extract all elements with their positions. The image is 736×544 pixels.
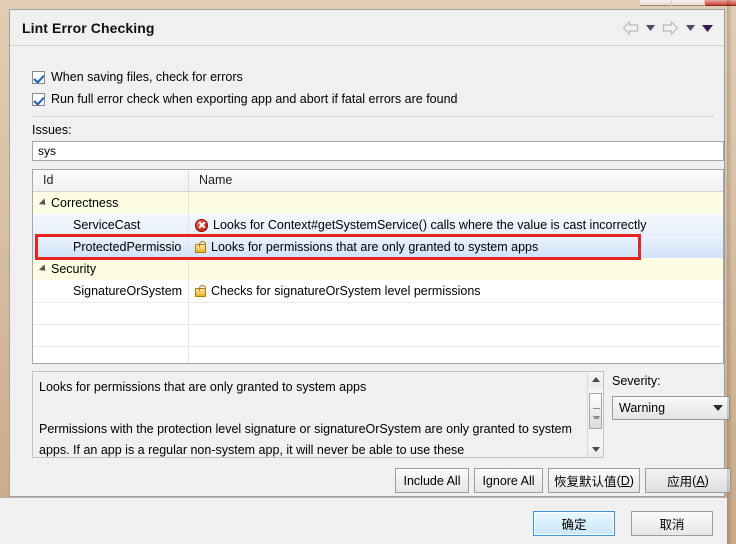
table-row-servicecast[interactable]: ServiceCast Looks for Context#getSystemS…	[33, 214, 723, 236]
scroll-down-icon[interactable]	[588, 442, 603, 457]
maximize-button[interactable]	[672, 0, 704, 6]
navigation-toolbar	[620, 19, 714, 37]
section-divider	[32, 116, 714, 117]
chevron-expanded-icon[interactable]	[38, 264, 49, 274]
restore-defaults-mnemonic: D	[620, 473, 630, 488]
table-row-empty	[33, 302, 723, 325]
cell-name: Checks for signatureOrSystem level permi…	[189, 280, 723, 302]
column-header-name[interactable]: Name	[189, 170, 723, 191]
restore-defaults-label: 恢复默认值	[554, 475, 617, 489]
preferences-pane: Lint Error Checking When saving files, c…	[9, 9, 731, 497]
table-row-signatureorsystem[interactable]: SignatureOrSystem Checks for signatureOr…	[33, 280, 723, 302]
scrollbar-thumb[interactable]	[589, 393, 602, 429]
severity-label: Severity:	[612, 374, 661, 388]
issue-description-signatureorsystem: Checks for signatureOrSystem level permi…	[211, 284, 481, 298]
issue-description-panel: Looks for permissions that are only gran…	[32, 371, 604, 458]
cell-id: Correctness	[33, 192, 189, 214]
lock-icon	[195, 240, 206, 253]
lock-icon	[195, 284, 206, 297]
issue-description-protectedpermissions: Looks for permissions that are only gran…	[211, 240, 539, 254]
severity-value: Warning	[619, 401, 666, 415]
issue-filter-input[interactable]	[32, 141, 724, 161]
issues-tree-table[interactable]: Id Name Correctness ServiceCast Looks fo…	[32, 169, 724, 364]
desc-line-1: Looks for permissions that are only gran…	[39, 380, 367, 394]
chevron-expanded-icon[interactable]	[38, 198, 49, 208]
window-controls	[640, 0, 736, 6]
checkbox-export-check[interactable]	[32, 92, 45, 106]
dialog-footer	[0, 498, 727, 544]
severity-dropdown[interactable]: Warning	[612, 396, 730, 420]
include-all-button[interactable]: Include All	[395, 468, 469, 493]
cell-name: Looks for permissions that are only gran…	[189, 236, 723, 258]
issues-label: Issues:	[32, 123, 72, 137]
chevron-down-icon[interactable]	[713, 405, 723, 411]
cell-id: SignatureOrSystem	[33, 280, 189, 302]
ignore-all-button[interactable]: Ignore All	[474, 468, 543, 493]
table-row-group-security[interactable]: Security	[33, 258, 723, 280]
table-row-empty	[33, 346, 723, 363]
table-row-protectedpermissions[interactable]: ProtectedPermissio Looks for permissions…	[33, 236, 723, 258]
cell-id: ServiceCast	[33, 214, 189, 236]
issue-description-text: Looks for permissions that are only gran…	[39, 377, 579, 461]
screenshot-root: Lint Error Checking When saving files, c…	[0, 0, 736, 544]
forward-history-chevron-down-icon[interactable]	[683, 19, 697, 37]
window-edge-shadow	[727, 0, 736, 544]
checkbox-save-check[interactable]	[32, 70, 45, 84]
cell-id: Security	[33, 258, 189, 280]
checkbox-export-check-label: Run full error check when exporting app …	[51, 92, 458, 106]
apply-mnemonic: A	[696, 473, 705, 488]
back-history-chevron-down-icon[interactable]	[643, 19, 657, 37]
checkbox-row-save-check[interactable]: When saving files, check for errors	[32, 70, 243, 84]
scrollbar-track[interactable]	[588, 387, 603, 442]
apply-button[interactable]: 应用(A)	[645, 468, 731, 493]
issue-description-servicecast: Looks for Context#getSystemService() cal…	[213, 218, 647, 232]
cancel-button[interactable]: 取消	[631, 511, 713, 536]
table-row-group-correctness[interactable]: Correctness	[33, 192, 723, 214]
checkbox-save-check-label: When saving files, check for errors	[51, 70, 243, 84]
ok-button[interactable]: 确定	[533, 511, 615, 536]
description-scrollbar[interactable]	[587, 372, 603, 457]
preference-page-header: Lint Error Checking	[10, 10, 724, 46]
table-row-empty	[33, 324, 723, 347]
checkbox-row-export-check[interactable]: Run full error check when exporting app …	[32, 92, 457, 106]
cell-name	[189, 192, 723, 214]
arrow-left-icon[interactable]	[620, 19, 640, 37]
minimize-button[interactable]	[640, 0, 672, 6]
cell-name: Looks for Context#getSystemService() cal…	[189, 214, 723, 236]
cell-name	[189, 258, 723, 280]
apply-label: 应用	[667, 475, 693, 489]
group-label-correctness: Correctness	[51, 196, 119, 210]
arrow-right-icon[interactable]	[660, 19, 680, 37]
group-label-security: Security	[51, 262, 97, 276]
error-icon	[195, 218, 208, 232]
page-menu-chevron-down-icon[interactable]	[700, 19, 714, 37]
restore-defaults-button[interactable]: 恢复默认值(D)	[548, 468, 640, 493]
scroll-up-icon[interactable]	[588, 372, 603, 387]
cell-id: ProtectedPermissio	[33, 236, 189, 258]
desc-line-2: Permissions with the protection level si…	[39, 422, 529, 436]
table-header-row: Id Name	[33, 170, 723, 192]
column-header-id[interactable]: Id	[33, 170, 189, 191]
page-title: Lint Error Checking	[22, 20, 155, 36]
